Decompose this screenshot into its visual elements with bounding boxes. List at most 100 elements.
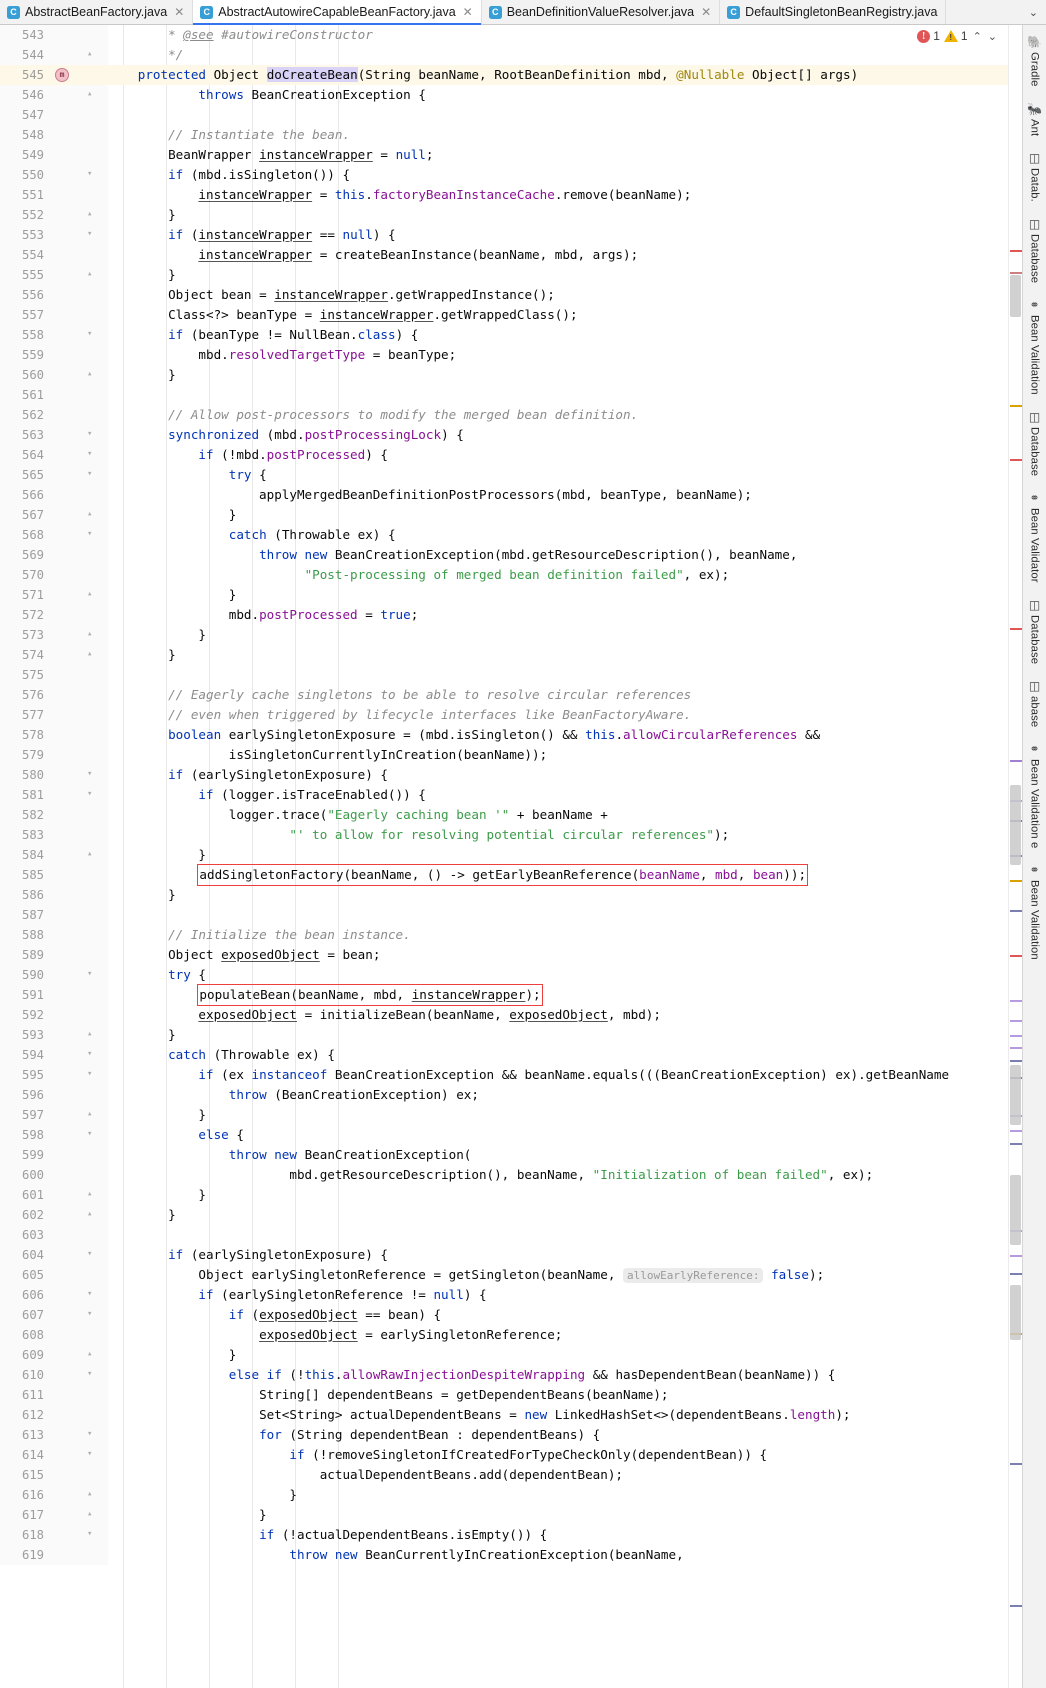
tool-window-button-bean-validation-e[interactable]: ⚭ Bean Validation e bbox=[1029, 736, 1041, 857]
fold-collapse-icon[interactable]: ▴ bbox=[87, 1350, 96, 1359]
code-editor[interactable]: ! 1 1 ⌃ ⌄ 543 * @see #autowireConstructo… bbox=[0, 25, 1008, 1688]
code-text[interactable]: String[] dependentBeans = getDependentBe… bbox=[108, 1385, 668, 1405]
gutter-markers[interactable]: ▴ bbox=[53, 1485, 108, 1505]
editor-marker[interactable] bbox=[1010, 760, 1022, 762]
code-line-619[interactable]: 619 throw new BeanCurrentlyInCreationExc… bbox=[0, 1545, 1008, 1565]
editor-marker[interactable] bbox=[1010, 1000, 1022, 1002]
fold-expand-icon[interactable]: ▾ bbox=[87, 1430, 96, 1439]
code-line-612[interactable]: 612 Set<String> actualDependentBeans = n… bbox=[0, 1405, 1008, 1425]
editor-marker[interactable] bbox=[1010, 955, 1022, 957]
editor-marker[interactable] bbox=[1010, 459, 1022, 461]
code-text[interactable]: mbd.getResourceDescription(), beanName, … bbox=[108, 1165, 873, 1185]
code-line-570[interactable]: 570 "Post-processing of merged bean defi… bbox=[0, 565, 1008, 585]
breakpoint-icon[interactable]: m bbox=[55, 68, 69, 82]
gutter-markers[interactable]: ▴ bbox=[53, 1505, 108, 1525]
gutter-markers[interactable] bbox=[53, 725, 108, 745]
code-text[interactable]: if (exposedObject == bean) { bbox=[108, 1305, 441, 1325]
code-text[interactable]: // Instantiate the bean. bbox=[108, 125, 350, 145]
editor-marker[interactable] bbox=[1010, 272, 1022, 274]
gutter-markers[interactable]: ▴ bbox=[53, 645, 108, 665]
chevron-down-icon[interactable]: ⌄ bbox=[987, 30, 998, 43]
gutter-markers[interactable] bbox=[53, 1145, 108, 1165]
gutter-markers[interactable]: ▴ bbox=[53, 505, 108, 525]
code-line-575[interactable]: 575 bbox=[0, 665, 1008, 685]
code-line-598[interactable]: 598 ▾ else { bbox=[0, 1125, 1008, 1145]
tool-window-button-gradle[interactable]: 🐘 Gradle bbox=[1027, 29, 1042, 96]
code-line-548[interactable]: 548 // Instantiate the bean. bbox=[0, 125, 1008, 145]
fold-expand-icon[interactable]: ▾ bbox=[87, 530, 96, 539]
code-text[interactable]: Class<?> beanType = instanceWrapper.getW… bbox=[108, 305, 577, 325]
code-line-589[interactable]: 589 Object exposedObject = bean; bbox=[0, 945, 1008, 965]
code-text[interactable]: mbd.postProcessed = true; bbox=[108, 605, 419, 625]
code-text[interactable]: } bbox=[108, 365, 176, 385]
fold-expand-icon[interactable]: ▾ bbox=[87, 1450, 96, 1459]
code-line-601[interactable]: 601 ▴ } bbox=[0, 1185, 1008, 1205]
code-text[interactable]: catch (Throwable ex) { bbox=[108, 525, 396, 545]
code-text[interactable]: } bbox=[108, 845, 206, 865]
code-text[interactable] bbox=[108, 385, 123, 405]
code-line-558[interactable]: 558 ▾ if (beanType != NullBean.class) { bbox=[0, 325, 1008, 345]
code-line-564[interactable]: 564 ▾ if (!mbd.postProcessed) { bbox=[0, 445, 1008, 465]
code-line-569[interactable]: 569 throw new BeanCreationException(mbd.… bbox=[0, 545, 1008, 565]
code-text[interactable]: } bbox=[108, 1185, 206, 1205]
gutter-markers[interactable] bbox=[53, 1405, 108, 1425]
code-text[interactable]: for (String dependentBean : dependentBea… bbox=[108, 1425, 600, 1445]
scrollbar-thumb[interactable] bbox=[1010, 1065, 1021, 1125]
close-icon[interactable]: ✕ bbox=[463, 5, 473, 19]
gutter-markers[interactable] bbox=[53, 1005, 108, 1025]
code-line-559[interactable]: 559 mbd.resolvedTargetType = beanType; bbox=[0, 345, 1008, 365]
gutter-markers[interactable]: ▴ bbox=[53, 1205, 108, 1225]
code-text[interactable]: instanceWrapper = this.factoryBeanInstan… bbox=[108, 185, 691, 205]
code-line-563[interactable]: 563 ▾ synchronized (mbd.postProcessingLoc… bbox=[0, 425, 1008, 445]
gutter-markers[interactable] bbox=[53, 305, 108, 325]
tool-window-button-database[interactable]: ◫ Database bbox=[1029, 592, 1041, 673]
code-text[interactable]: throw new BeanCurrentlyInCreationExcepti… bbox=[108, 1545, 683, 1565]
code-text[interactable]: } bbox=[108, 1485, 297, 1505]
code-text[interactable]: } bbox=[108, 1345, 237, 1365]
code-line-613[interactable]: 613 ▾ for (String dependentBean : depende… bbox=[0, 1425, 1008, 1445]
code-text[interactable]: try { bbox=[108, 465, 267, 485]
code-line-607[interactable]: 607 ▾ if (exposedObject == bean) { bbox=[0, 1305, 1008, 1325]
code-line-554[interactable]: 554 instanceWrapper = createBeanInstance… bbox=[0, 245, 1008, 265]
inspection-widget[interactable]: ! 1 1 ⌃ ⌄ bbox=[917, 29, 998, 43]
code-line-585[interactable]: 585 addSingletonFactory(beanName, () -> … bbox=[0, 864, 1008, 886]
fold-expand-icon[interactable]: ▾ bbox=[87, 1310, 96, 1319]
editor-marker[interactable] bbox=[1010, 1020, 1022, 1022]
gutter-markers[interactable] bbox=[53, 385, 108, 405]
gutter-markers[interactable]: ▾ bbox=[53, 465, 108, 485]
fold-collapse-icon[interactable]: ▴ bbox=[87, 650, 96, 659]
editor-marker[interactable] bbox=[1010, 250, 1022, 252]
code-text[interactable]: throw (BeanCreationException) ex; bbox=[108, 1085, 479, 1105]
gutter-markers[interactable]: ▴ bbox=[53, 1185, 108, 1205]
code-text[interactable]: try { bbox=[108, 965, 206, 985]
code-line-603[interactable]: 603 bbox=[0, 1225, 1008, 1245]
gutter-markers[interactable] bbox=[53, 185, 108, 205]
code-line-587[interactable]: 587 bbox=[0, 905, 1008, 925]
fold-expand-icon[interactable]: ▾ bbox=[87, 1050, 96, 1059]
code-line-618[interactable]: 618 ▾ if (!actualDependentBeans.isEmpty()… bbox=[0, 1525, 1008, 1545]
code-text[interactable]: throw new BeanCreationException(mbd.getR… bbox=[108, 545, 797, 565]
code-text[interactable]: * @see #autowireConstructor bbox=[108, 25, 373, 45]
code-text[interactable] bbox=[108, 1225, 123, 1245]
code-text[interactable]: throws BeanCreationException { bbox=[108, 85, 426, 105]
code-text[interactable]: Object bean = instanceWrapper.getWrapped… bbox=[108, 285, 555, 305]
code-line-600[interactable]: 600 mbd.getResourceDescription(), beanNa… bbox=[0, 1165, 1008, 1185]
gutter-markers[interactable]: ▾ bbox=[53, 325, 108, 345]
fold-collapse-icon[interactable]: ▴ bbox=[87, 590, 96, 599]
fold-collapse-icon[interactable]: ▴ bbox=[87, 90, 96, 99]
gutter-markers[interactable] bbox=[53, 245, 108, 265]
tool-window-button-bean-validation[interactable]: ⚭ Bean Validation bbox=[1029, 292, 1041, 404]
code-text[interactable]: else if (!this.allowRawInjectionDespiteW… bbox=[108, 1365, 836, 1385]
tool-window-button-abase[interactable]: ◫ abase bbox=[1029, 673, 1041, 736]
code-line-547[interactable]: 547 bbox=[0, 105, 1008, 125]
gutter-markers[interactable] bbox=[53, 885, 108, 905]
code-lines-container[interactable]: 543 * @see #autowireConstructor 544 ▴ */54… bbox=[0, 25, 1008, 1688]
code-text[interactable]: logger.trace("Eagerly caching bean '" + … bbox=[108, 805, 608, 825]
gutter-markers[interactable] bbox=[53, 865, 108, 885]
fold-expand-icon[interactable]: ▾ bbox=[87, 1530, 96, 1539]
gutter-markers[interactable]: ▾ bbox=[53, 1285, 108, 1305]
code-line-617[interactable]: 617 ▴ } bbox=[0, 1505, 1008, 1525]
code-text[interactable]: synchronized (mbd.postProcessingLock) { bbox=[108, 425, 464, 445]
code-line-602[interactable]: 602 ▴ } bbox=[0, 1205, 1008, 1225]
gutter-markers[interactable] bbox=[53, 345, 108, 365]
